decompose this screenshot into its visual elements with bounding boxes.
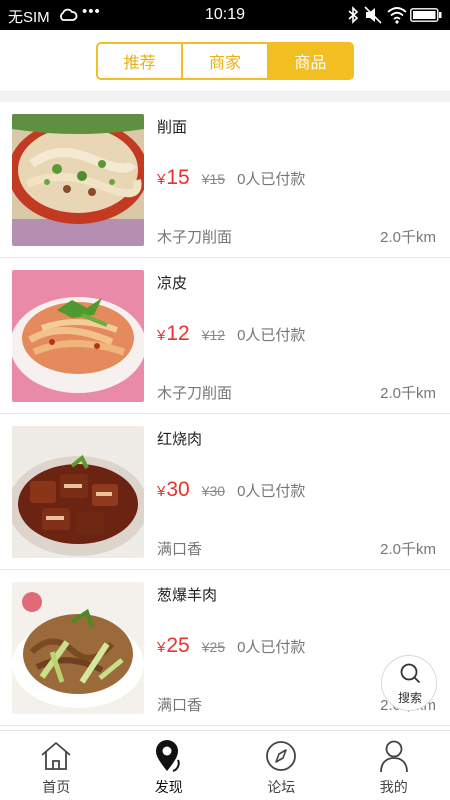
nav-forum[interactable]: 论坛 (225, 731, 338, 800)
segmented-control: 推荐 商家 商品 (96, 42, 354, 80)
person-icon (379, 740, 408, 773)
current-price: ¥12 (157, 322, 190, 346)
tabs-bar: 推荐 商家 商品 (0, 30, 450, 92)
product-item[interactable]: 凉皮 ¥12 ¥12 0人已付款 木子刀削面 2.0千km (0, 258, 450, 414)
distance: 2.0千km (380, 385, 436, 402)
distance: 2.0千km (380, 229, 436, 246)
product-thumbnail (12, 114, 144, 246)
price-value: 25 (166, 634, 190, 657)
noodle-soup-photo (12, 114, 144, 246)
price-value: 12 (166, 322, 190, 345)
product-thumbnail (12, 582, 144, 714)
nav-discover[interactable]: 发现 (113, 731, 226, 800)
tab-merchants[interactable]: 商家 (181, 44, 267, 78)
price-row: ¥25 ¥25 0人已付款 (157, 634, 305, 658)
product-thumbnail (12, 270, 144, 402)
scallion-lamb-photo (12, 582, 144, 714)
currency-symbol: ¥ (157, 639, 166, 656)
paid-count: 0人已付款 (237, 327, 306, 344)
current-price: ¥30 (157, 478, 190, 502)
wifi-icon (387, 7, 407, 24)
distance: 2.0千km (380, 541, 436, 558)
currency-symbol: ¥ (157, 327, 166, 344)
price-row: ¥30 ¥30 0人已付款 (157, 478, 305, 502)
current-price: ¥15 (157, 166, 190, 190)
product-item[interactable]: 红烧肉 ¥30 ¥30 0人已付款 满口香 2.0千km (0, 414, 450, 570)
price-row: ¥12 ¥12 0人已付款 (157, 322, 305, 346)
shop-name: 木子刀削面 (157, 385, 233, 402)
original-price: ¥12 (201, 327, 226, 343)
nav-label: 发现 (154, 779, 183, 795)
cold-noodle-photo (12, 270, 144, 402)
nav-label: 论坛 (267, 779, 296, 795)
product-thumbnail (12, 426, 144, 558)
nav-me[interactable]: 我的 (338, 731, 450, 800)
paid-count: 0人已付款 (237, 171, 306, 188)
original-price: ¥15 (201, 171, 226, 187)
status-bar: 无SIM ••• 10:19 (0, 0, 450, 30)
shop-name: 满口香 (157, 697, 203, 714)
shop-name: 满口香 (157, 541, 203, 558)
braised-pork-photo (12, 426, 144, 558)
price-row: ¥15 ¥15 0人已付款 (157, 166, 305, 190)
currency-symbol: ¥ (157, 171, 166, 188)
price-value: 15 (166, 166, 190, 189)
bluetooth-icon (348, 6, 359, 24)
product-item[interactable]: 削面 ¥15 ¥15 0人已付款 木子刀削面 2.0千km (0, 102, 450, 258)
search-label: 搜索 (397, 691, 422, 705)
mute-icon (364, 6, 382, 24)
product-name: 凉皮 (157, 275, 188, 292)
current-price: ¥25 (157, 634, 190, 658)
nav-home[interactable]: 首页 (0, 731, 113, 800)
original-price: ¥30 (201, 483, 226, 499)
battery-icon (410, 8, 442, 22)
clock: 10:19 (204, 6, 246, 23)
original-price: ¥25 (201, 639, 226, 655)
tab-recommend[interactable]: 推荐 (98, 44, 182, 78)
search-button[interactable]: 搜索 (381, 655, 437, 711)
paid-count: 0人已付款 (237, 483, 306, 500)
bottom-nav: 首页 发现 论坛 我的 (0, 730, 450, 800)
section-divider (0, 92, 450, 102)
nav-label: 首页 (42, 779, 71, 795)
shop-name: 木子刀削面 (157, 229, 233, 246)
price-value: 30 (166, 478, 190, 501)
paid-count: 0人已付款 (237, 639, 306, 656)
compass-icon (266, 741, 297, 771)
location-pin-icon (155, 740, 180, 772)
search-icon (400, 663, 420, 683)
tab-products[interactable]: 商品 (266, 44, 352, 78)
product-list[interactable]: 削面 ¥15 ¥15 0人已付款 木子刀削面 2.0千km 凉皮 ¥12 ¥12… (0, 102, 450, 730)
product-name: 葱爆羊肉 (157, 587, 218, 604)
product-name: 红烧肉 (157, 431, 203, 448)
currency-symbol: ¥ (157, 483, 166, 500)
home-icon (41, 742, 71, 770)
nav-label: 我的 (379, 779, 408, 795)
product-name: 削面 (157, 119, 188, 136)
